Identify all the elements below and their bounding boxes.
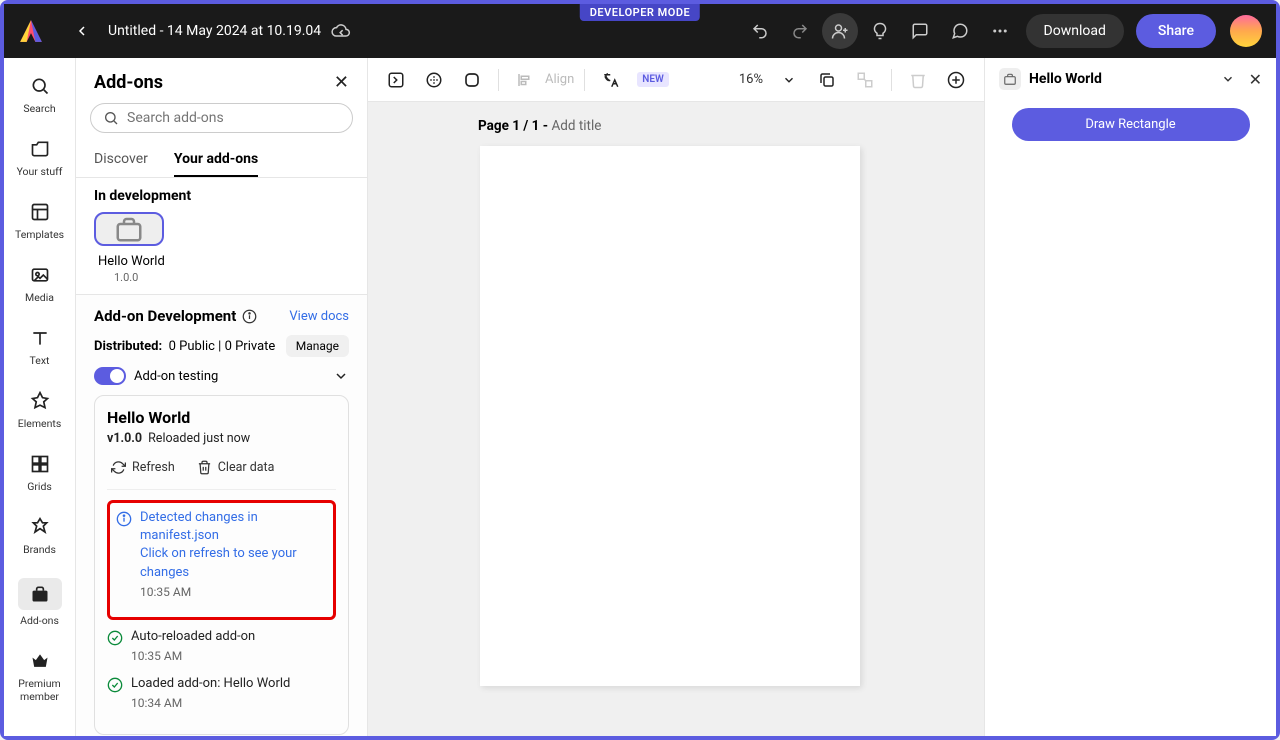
rail-search[interactable]: Search xyxy=(12,66,68,125)
page-indicator[interactable]: Page 1 / 1 - Add title xyxy=(478,118,601,134)
rail-addons[interactable]: Add-ons xyxy=(12,570,68,637)
invite-button[interactable] xyxy=(822,13,858,49)
addon-testing-label: Add-on testing xyxy=(134,369,218,384)
rail-your-stuff[interactable]: Your stuff xyxy=(12,129,68,188)
info-icon xyxy=(116,511,132,601)
minimize-panel-button[interactable] xyxy=(1221,72,1235,86)
check-icon xyxy=(107,677,123,712)
check-icon xyxy=(107,630,123,665)
canvas-page[interactable] xyxy=(480,146,860,686)
close-right-panel-button[interactable]: ✕ xyxy=(1249,70,1262,89)
translate-icon[interactable] xyxy=(595,64,627,96)
chat-icon[interactable] xyxy=(942,13,978,49)
zoom-value[interactable]: 16% xyxy=(739,72,763,87)
ungroup-icon xyxy=(849,64,881,96)
align-icon xyxy=(509,64,541,96)
developer-mode-badge: DEVELOPER MODE xyxy=(580,4,700,21)
addon-tile[interactable] xyxy=(94,212,164,246)
distributed-label: Distributed: 0 Public | 0 Private xyxy=(94,339,275,354)
close-panel-button[interactable]: ✕ xyxy=(334,72,349,93)
addons-search-input[interactable] xyxy=(127,110,340,126)
log-title: Loaded add-on: Hello World xyxy=(131,675,336,693)
manage-button[interactable]: Manage xyxy=(286,335,349,357)
addon-panel-title: Hello World xyxy=(1029,71,1207,87)
tab-discover[interactable]: Discover xyxy=(94,143,148,177)
app-logo xyxy=(18,18,44,44)
test-card-name: Hello World xyxy=(107,408,336,427)
rail-templates[interactable]: Templates xyxy=(12,192,68,251)
zoom-chevron[interactable] xyxy=(773,64,805,96)
rail-grids[interactable]: Grids xyxy=(12,444,68,503)
log-time: 10:35 AM xyxy=(140,584,327,601)
idea-icon[interactable] xyxy=(862,13,898,49)
rail-text[interactable]: Text xyxy=(12,318,68,377)
rail-elements[interactable]: Elements xyxy=(12,381,68,440)
view-docs-link[interactable]: View docs xyxy=(289,309,349,324)
duplicate-icon[interactable] xyxy=(811,64,843,96)
log-title: Detected changes in manifest.json xyxy=(140,509,327,545)
draw-rectangle-button[interactable]: Draw Rectangle xyxy=(1012,108,1250,141)
rail-premium[interactable]: Premium member xyxy=(12,641,68,713)
back-button[interactable] xyxy=(68,17,96,45)
dev-heading: Add-on Development xyxy=(94,307,257,325)
log-highlight: Detected changes in manifest.json Click … xyxy=(107,500,336,620)
collapse-chevron[interactable] xyxy=(333,368,349,384)
in-development-label: In development xyxy=(76,178,367,212)
more-icon[interactable] xyxy=(982,13,1018,49)
redo-button[interactable] xyxy=(782,13,818,49)
add-page-icon[interactable] xyxy=(940,64,972,96)
clear-data-button[interactable]: Clear data xyxy=(193,456,279,479)
new-badge: NEW xyxy=(637,72,669,87)
addon-version-label: 1.0.0 xyxy=(76,271,367,294)
sparkle-icon[interactable] xyxy=(418,64,450,96)
info-icon[interactable] xyxy=(242,309,257,324)
share-button[interactable]: Share xyxy=(1136,14,1216,48)
align-label: Align xyxy=(545,72,574,87)
addon-name-label: Hello World xyxy=(76,246,367,271)
document-title: Untitled - 14 May 2024 at 10.19.04 xyxy=(108,23,321,39)
user-avatar[interactable] xyxy=(1230,15,1262,47)
log-time: 10:35 AM xyxy=(131,648,336,665)
shape-icon[interactable] xyxy=(456,64,488,96)
undo-button[interactable] xyxy=(742,13,778,49)
cloud-sync-icon[interactable] xyxy=(331,21,351,41)
log-title: Auto-reloaded add-on xyxy=(131,628,336,646)
addons-search[interactable] xyxy=(90,103,353,133)
refresh-button[interactable]: Refresh xyxy=(107,456,179,479)
delete-icon xyxy=(902,64,934,96)
addons-title: Add-ons xyxy=(94,72,163,93)
download-button[interactable]: Download xyxy=(1026,14,1124,48)
log-time: 10:34 AM xyxy=(131,695,336,712)
tab-your-addons[interactable]: Your add-ons xyxy=(174,143,258,177)
addon-testing-toggle[interactable] xyxy=(94,367,126,385)
rail-media[interactable]: Media xyxy=(12,255,68,314)
comment-icon[interactable] xyxy=(902,13,938,49)
expand-icon[interactable] xyxy=(380,64,412,96)
rail-brands[interactable]: Brands xyxy=(12,507,68,566)
addon-panel-icon xyxy=(999,68,1021,90)
test-card-status: v1.0.0Reloaded just now xyxy=(107,431,336,446)
log-subtitle: Click on refresh to see your changes xyxy=(140,545,327,581)
